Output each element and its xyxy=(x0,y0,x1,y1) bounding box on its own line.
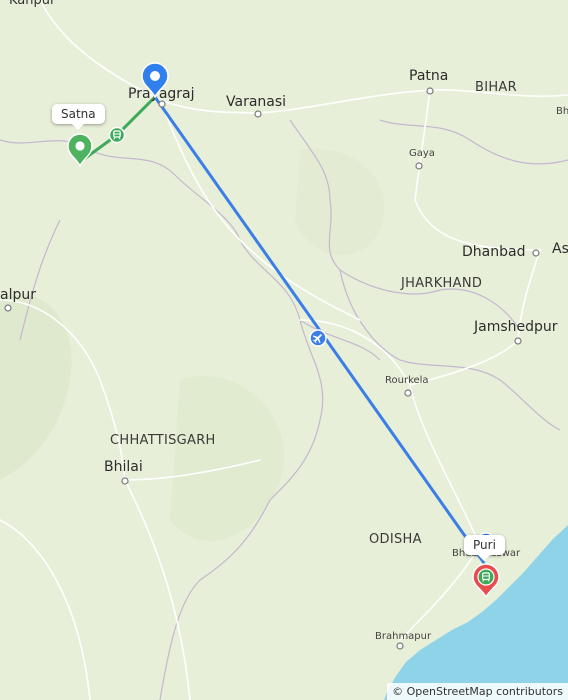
end-callout[interactable]: Puri xyxy=(464,535,505,561)
end-callout-label: Puri xyxy=(473,538,496,552)
train-icon[interactable] xyxy=(108,126,126,144)
map-view[interactable]: BIHAR JHARKHAND CHHATTISGARH ODISHA Kanp… xyxy=(0,0,568,700)
airplane-icon[interactable] xyxy=(309,329,327,347)
start-callout-label: Satna xyxy=(61,107,96,121)
map-pin-icon[interactable] xyxy=(472,563,500,599)
map-pin-icon[interactable] xyxy=(141,62,169,99)
map-attribution[interactable]: © OpenStreetMap contributors xyxy=(387,683,568,700)
map-pin-icon[interactable] xyxy=(67,133,93,168)
start-callout[interactable]: Satna xyxy=(52,104,105,130)
